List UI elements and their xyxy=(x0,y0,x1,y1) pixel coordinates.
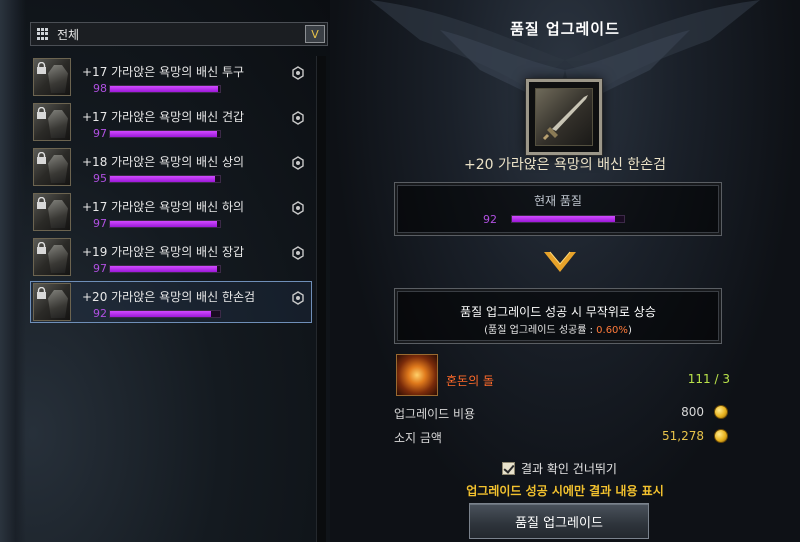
item-quality-value: 97 xyxy=(93,127,107,140)
skip-result-label: 결과 확인 건너뛰기 xyxy=(521,462,617,476)
item-thumbnail xyxy=(33,193,71,231)
item-name: +17 가라앉은 욕망의 배신 하의 xyxy=(82,200,245,214)
pants-icon xyxy=(48,200,68,228)
item-thumbnail xyxy=(33,103,71,141)
sword-icon xyxy=(535,88,593,146)
success-rate-line: (품질 업그레이드 성공률 : 0.60%) xyxy=(395,321,721,336)
equipment-mark-icon xyxy=(292,66,304,80)
equipment-list: +17 가라앉은 욕망의 배신 투구 98 +17 가라앉은 욕망의 배신 견갑… xyxy=(30,56,314,542)
chaos-stone-icon xyxy=(396,354,438,396)
equipment-mark-icon xyxy=(292,156,304,170)
item-quality-value: 97 xyxy=(93,217,107,230)
quality-bar xyxy=(109,175,221,183)
lock-icon xyxy=(37,62,46,74)
item-thumbnail xyxy=(33,238,71,276)
current-quality-value: 92 xyxy=(483,213,497,226)
material-name: 혼돈의 돌 xyxy=(446,374,494,388)
item-thumbnail xyxy=(33,148,71,186)
quality-bar-fill xyxy=(110,311,212,317)
quality-bar xyxy=(109,310,221,318)
skip-result-note: 업그레이드 성공 시에만 결과 내용 표시 xyxy=(466,484,664,498)
gloves-icon xyxy=(48,245,68,273)
helmet-icon xyxy=(48,65,68,93)
quality-bar xyxy=(109,265,221,273)
success-rate-suffix: ) xyxy=(627,325,632,336)
equipment-mark-icon xyxy=(292,291,304,305)
owned-gold-label: 소지 금액 xyxy=(394,431,442,445)
checkbox-icon[interactable] xyxy=(502,462,515,475)
lock-icon xyxy=(37,242,46,254)
skip-result-toggle[interactable]: 결과 확인 건너뛰기 xyxy=(502,460,617,477)
equipment-mark-icon xyxy=(292,201,304,215)
current-quality-box: 현재 품질 92 xyxy=(394,182,722,236)
list-item[interactable]: +19 가라앉은 욕망의 배신 장갑 97 xyxy=(30,236,312,278)
category-filter-select[interactable]: 전체 V xyxy=(30,22,328,46)
grid-icon xyxy=(37,28,49,40)
item-name: +20 가라앉은 욕망의 배신 한손검 xyxy=(82,290,256,304)
item-name: +17 가라앉은 욕망의 배신 투구 xyxy=(82,65,245,79)
equipment-mark-icon xyxy=(292,111,304,125)
item-name: +19 가라앉은 욕망의 배신 장갑 xyxy=(82,245,245,259)
panel-title: 품질 업그레이드 xyxy=(510,20,620,38)
item-name: +17 가라앉은 욕망의 배신 견갑 xyxy=(82,110,245,124)
quality-bar xyxy=(109,130,221,138)
list-item[interactable]: +18 가라앉은 욕망의 배신 상의 95 xyxy=(30,146,312,188)
quality-bar-fill xyxy=(110,86,218,92)
lock-icon xyxy=(37,197,46,209)
current-quality-bar xyxy=(511,215,625,223)
chevron-arrow-icon xyxy=(544,251,576,272)
gold-coin-icon xyxy=(714,405,728,419)
list-item[interactable]: +17 가라앉은 욕망의 배신 투구 98 xyxy=(30,56,312,98)
lock-icon xyxy=(37,107,46,119)
item-quality-value: 95 xyxy=(93,172,107,185)
lock-icon xyxy=(37,287,46,299)
left-edge-shade xyxy=(0,0,26,542)
item-thumbnail xyxy=(33,283,71,321)
gold-coin-icon xyxy=(714,429,728,443)
success-rate-prefix: (품질 업그레이드 성공률 : xyxy=(484,325,597,336)
quality-bar xyxy=(109,220,221,228)
item-quality-value: 92 xyxy=(93,307,107,320)
target-item-name: +20 가라앉은 욕망의 배신 한손검 xyxy=(464,157,666,173)
list-item-selected[interactable]: +20 가라앉은 욕망의 배신 한손검 92 xyxy=(30,281,312,323)
quality-bar-fill xyxy=(110,221,217,227)
quality-bar-fill xyxy=(110,266,217,272)
owned-gold-row: 소지 금액 51,278 xyxy=(394,429,734,445)
quality-bar xyxy=(109,85,221,93)
list-scrollbar[interactable] xyxy=(316,56,326,542)
list-item[interactable]: +17 가라앉은 욕망의 배신 견갑 97 xyxy=(30,101,312,143)
chest-armor-icon xyxy=(48,155,68,183)
item-quality-value: 97 xyxy=(93,262,107,275)
item-thumbnail xyxy=(33,58,71,96)
quality-bar-fill xyxy=(110,131,217,137)
owned-gold-value: 51,278 xyxy=(662,429,704,443)
current-quality-label: 현재 품질 xyxy=(534,194,582,208)
quality-upgrade-button[interactable]: 품질 업그레이드 xyxy=(469,503,649,539)
item-name: +18 가라앉은 욕망의 배신 상의 xyxy=(82,155,245,169)
upgrade-info-line: 품질 업그레이드 성공 시 무작위로 상승 xyxy=(460,305,656,319)
upgrade-info-box: 품질 업그레이드 성공 시 무작위로 상승 (품질 업그레이드 성공률 : 0.… xyxy=(394,288,722,344)
upgrade-cost-label: 업그레이드 비용 xyxy=(394,407,476,421)
item-quality-value: 98 xyxy=(93,82,107,95)
shoulder-icon xyxy=(48,110,68,138)
target-item-slot xyxy=(526,79,602,155)
list-item[interactable]: +17 가라앉은 욕망의 배신 하의 97 xyxy=(30,191,312,233)
equipment-mark-icon xyxy=(292,246,304,260)
sword-icon xyxy=(48,290,68,318)
upgrade-cost-row: 업그레이드 비용 800 xyxy=(394,405,734,421)
chevron-down-icon[interactable]: V xyxy=(305,25,325,43)
sword-glyph xyxy=(542,95,588,141)
success-rate-value: 0.60% xyxy=(596,325,628,336)
quality-bar-fill xyxy=(110,176,215,182)
material-count: 111 / 3 xyxy=(687,372,730,386)
current-quality-bar-fill xyxy=(512,216,616,222)
upgrade-cost-value: 800 xyxy=(681,405,704,419)
lock-icon xyxy=(37,152,46,164)
filter-label: 전체 xyxy=(57,27,80,42)
